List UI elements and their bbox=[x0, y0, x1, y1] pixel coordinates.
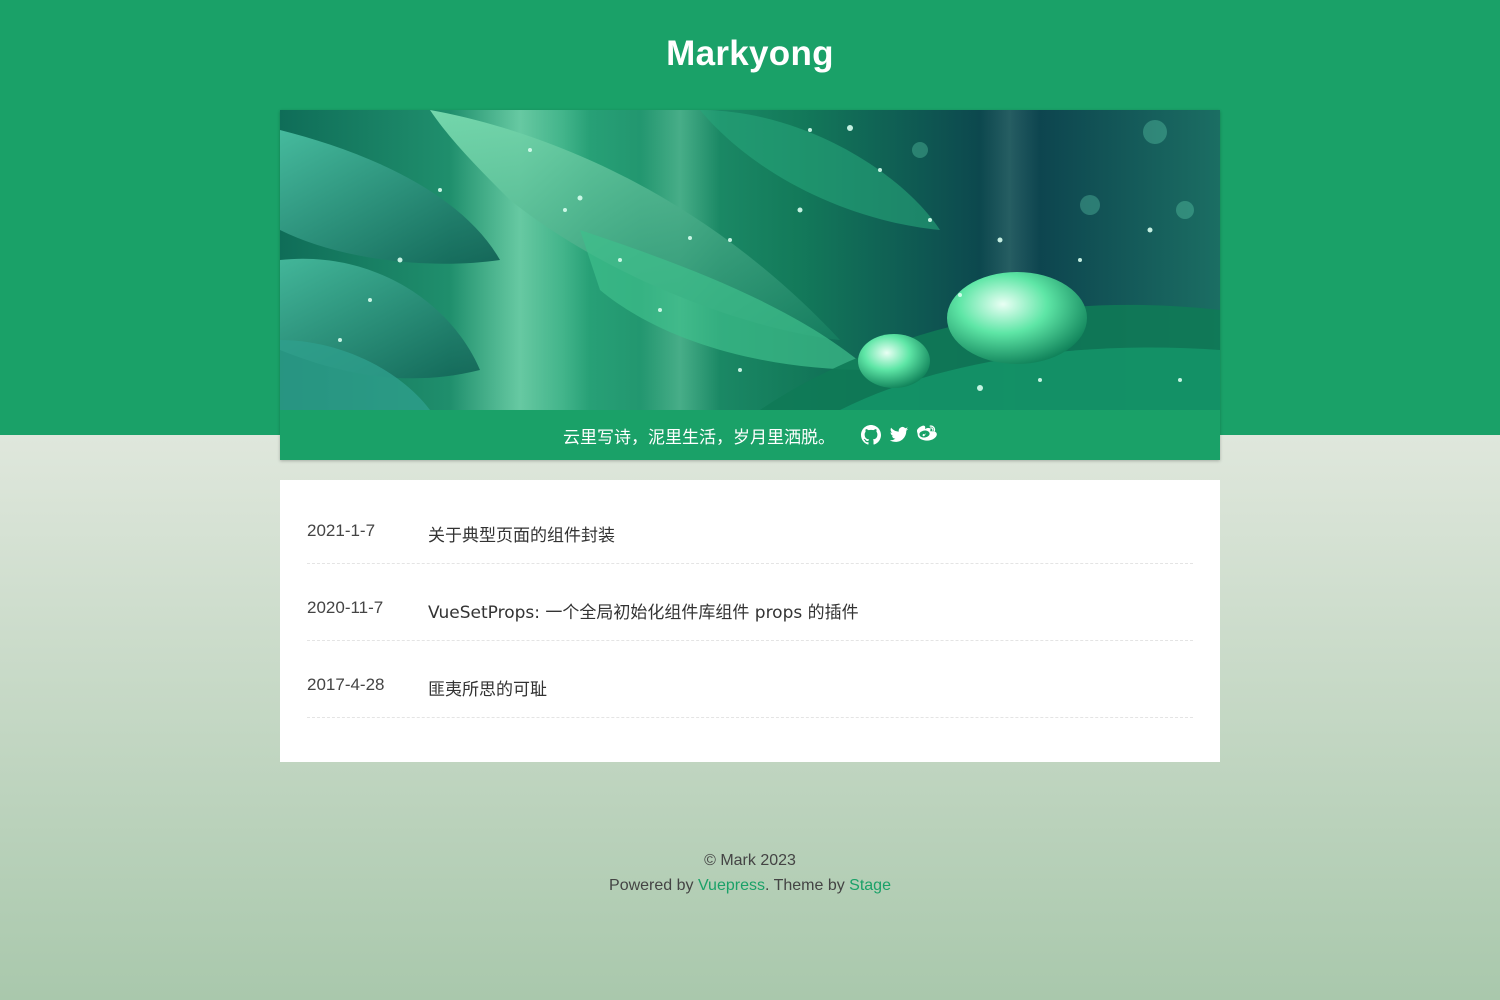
vuepress-link[interactable]: Vuepress bbox=[698, 877, 765, 894]
powered-by-text: Powered by bbox=[609, 877, 698, 894]
post-title-link[interactable]: VueSetProps: 一个全局初始化组件库组件 props 的插件 bbox=[428, 598, 859, 623]
hero-card: 云里写诗，泥里生活，岁月里洒脱。 bbox=[280, 110, 1220, 460]
hero-tagline-bar: 云里写诗，泥里生活，岁月里洒脱。 bbox=[280, 410, 1220, 460]
post-list: 2021-1-7 关于典型页面的组件封装 2020-11-7 VueSetPro… bbox=[280, 480, 1220, 762]
list-item: 2017-4-28 匪夷所思的可耻 bbox=[307, 641, 1193, 718]
github-icon[interactable] bbox=[861, 425, 881, 445]
site-title[interactable]: Markyong bbox=[0, 34, 1500, 74]
list-item: 2020-11-7 VueSetProps: 一个全局初始化组件库组件 prop… bbox=[307, 564, 1193, 641]
weibo-icon[interactable] bbox=[917, 425, 937, 445]
theme-by-text: . Theme by bbox=[764, 877, 850, 894]
post-date: 2017-4-28 bbox=[307, 675, 385, 694]
footer: © Mark 2023 Powered by Vuepress. Theme b… bbox=[0, 848, 1500, 898]
post-date: 2020-11-7 bbox=[307, 598, 384, 617]
footer-credits: Powered by Vuepress. Theme by Stage bbox=[0, 873, 1500, 898]
social-links bbox=[861, 425, 937, 445]
tagline: 云里写诗，泥里生活，岁月里洒脱。 bbox=[563, 427, 835, 448]
stage-link[interactable]: Stage bbox=[849, 877, 891, 894]
post-date: 2021-1-7 bbox=[307, 521, 376, 540]
post-title-link[interactable]: 关于典型页面的组件封装 bbox=[428, 521, 615, 546]
list-item: 2021-1-7 关于典型页面的组件封装 bbox=[307, 487, 1193, 564]
hero-banner-image bbox=[280, 110, 1220, 410]
twitter-icon[interactable] bbox=[889, 425, 909, 445]
footer-copyright: © Mark 2023 bbox=[704, 852, 796, 869]
post-title-link[interactable]: 匪夷所思的可耻 bbox=[428, 675, 547, 700]
